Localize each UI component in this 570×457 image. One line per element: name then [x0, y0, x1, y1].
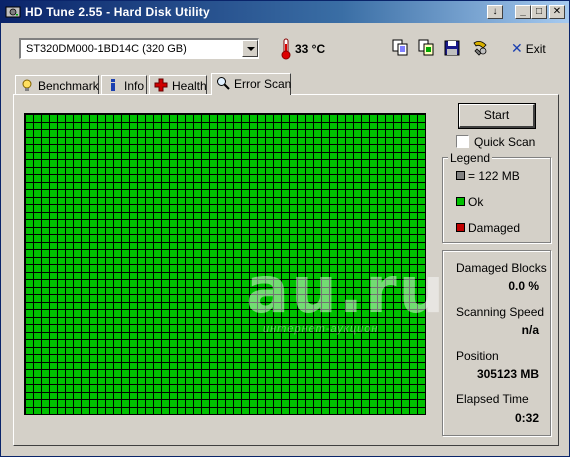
exit-x-icon: ✕: [511, 40, 523, 56]
stats-group: [442, 250, 551, 436]
exit-label: Exit: [525, 42, 546, 56]
elapsed-time-label: Elapsed Time: [456, 392, 529, 406]
position-label: Position: [456, 349, 499, 363]
close-button[interactable]: ✕: [549, 5, 565, 19]
legend-item-ok: Ok: [456, 195, 483, 209]
tab-error-scan[interactable]: Error Scan: [211, 73, 291, 95]
minimize-button[interactable]: _: [515, 5, 531, 19]
system-menu-button[interactable]: ↓: [487, 5, 503, 19]
health-cross-icon: [154, 78, 168, 92]
benchmark-icon: [22, 79, 32, 91]
legend-swatch-block: [456, 171, 465, 180]
temperature-readout: 33 °C: [295, 42, 326, 56]
app-window: HD Tune 2.55 - Hard Disk Utility ↓ _ □ ✕…: [0, 0, 570, 457]
watermark-subtext: интернет-аукцион: [263, 323, 379, 335]
damaged-blocks-value: 0.0 %: [508, 279, 539, 293]
watermark-logo: au.ru: [246, 254, 447, 328]
maximize-button[interactable]: □: [531, 5, 547, 19]
legend-damaged-label: Damaged: [468, 221, 521, 235]
legend-block-size-label: = 122 MB: [468, 169, 520, 183]
exit-button[interactable]: ✕ Exit: [511, 40, 546, 57]
legend-item-damaged: Damaged: [456, 221, 520, 235]
quick-scan-label: Quick Scan: [474, 135, 536, 149]
thermometer-icon: [281, 38, 291, 60]
legend-ok-label: Ok: [468, 195, 484, 209]
tab-info-label: Info: [124, 79, 145, 93]
drive-select-value: ST320DM000-1BD14C (320 GB): [26, 43, 187, 55]
quick-scan-checkbox[interactable]: Quick Scan: [456, 135, 535, 149]
copy-info-icon[interactable]: [391, 39, 409, 57]
toolbar: ST320DM000-1BD14C (320 GB) 33 °C ✕ Exit: [3, 25, 567, 71]
scanning-speed-value: n/a: [521, 323, 539, 337]
tab-health[interactable]: Health: [149, 75, 207, 94]
start-button[interactable]: Start: [458, 103, 536, 129]
magnifier-icon: [217, 77, 230, 90]
scanning-speed-label: Scanning Speed: [456, 305, 545, 319]
title-bar[interactable]: HD Tune 2.55 - Hard Disk Utility ↓ _ □ ✕: [1, 1, 569, 23]
tab-info[interactable]: Info: [101, 75, 147, 94]
app-disk-icon: [5, 6, 21, 18]
legend-swatch-ok: [456, 197, 465, 206]
copy-screenshot-icon[interactable]: [417, 39, 435, 57]
damaged-blocks-label: Damaged Blocks: [456, 261, 547, 275]
options-icon[interactable]: [471, 39, 489, 57]
save-icon[interactable]: [443, 39, 461, 57]
info-icon: [111, 79, 115, 91]
window-title: HD Tune 2.55 - Hard Disk Utility: [25, 5, 210, 19]
legend-swatch-damaged: [456, 223, 465, 232]
quick-scan-check-box[interactable]: [456, 135, 469, 148]
tab-health-label: Health: [172, 79, 207, 93]
tab-error-scan-label: Error Scan: [234, 77, 292, 91]
elapsed-time-value: 0:32: [514, 411, 539, 425]
tab-benchmark[interactable]: Benchmark: [15, 75, 99, 94]
legend-item-block-size: = 122 MB: [456, 169, 520, 183]
legend-title: Legend: [448, 151, 493, 165]
position-value: 305123 MB: [476, 367, 539, 381]
drive-select[interactable]: ST320DM000-1BD14C (320 GB): [19, 38, 259, 59]
tab-benchmark-label: Benchmark: [38, 79, 99, 93]
chevron-down-icon[interactable]: [242, 40, 258, 57]
